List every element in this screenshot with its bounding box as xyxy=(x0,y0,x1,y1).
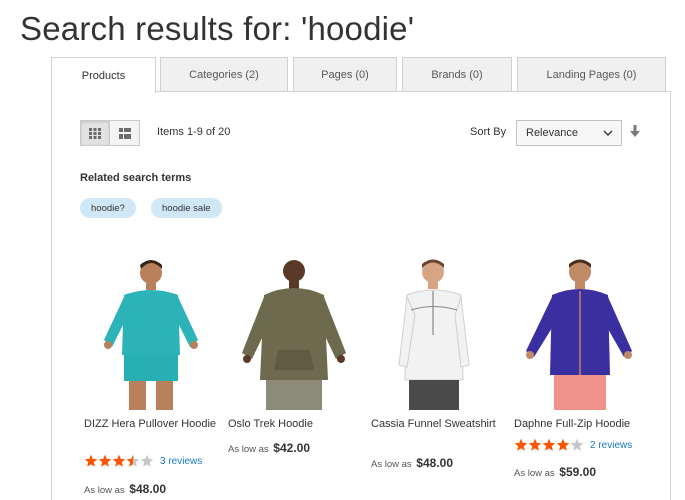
product-price: As low as $59.00 xyxy=(514,465,596,479)
grid-icon xyxy=(89,127,101,139)
star-icon xyxy=(98,454,112,467)
grid-view-button[interactable] xyxy=(80,120,110,146)
related-term-chip[interactable]: hoodie? xyxy=(80,198,136,218)
tab-products[interactable]: Products xyxy=(51,57,156,93)
page-title: Search results for: 'hoodie' xyxy=(20,10,415,47)
view-mode-toggle xyxy=(80,120,140,146)
tab-brands[interactable]: Brands (0) xyxy=(402,57,512,92)
product-image[interactable] xyxy=(84,255,219,410)
star-icon xyxy=(542,438,556,451)
rating-stars xyxy=(514,438,584,452)
price-amount: $59.00 xyxy=(559,465,596,479)
star-icon xyxy=(556,438,570,451)
list-view-button[interactable] xyxy=(110,120,140,146)
price-amount: $42.00 xyxy=(273,441,310,455)
product-rating: 3 reviews xyxy=(84,454,202,468)
product-rating: 2 reviews xyxy=(514,438,632,452)
price-amount: $48.00 xyxy=(416,456,453,470)
product-image[interactable] xyxy=(228,255,363,410)
product-name[interactable]: Daphne Full-Zip Hoodie xyxy=(514,417,649,432)
items-count: Items 1-9 of 20 xyxy=(157,126,231,138)
product-name[interactable]: Cassia Funnel Sweatshirt xyxy=(371,417,506,432)
reviews-link[interactable]: 2 reviews xyxy=(590,440,632,451)
star-icon xyxy=(528,438,542,451)
star-icon xyxy=(84,454,98,467)
arrow-down-icon[interactable] xyxy=(630,125,640,137)
product-name[interactable]: DIZZ Hera Pullover Hoodie xyxy=(84,417,219,432)
chevron-down-icon xyxy=(603,130,613,136)
tab-categories[interactable]: Categories (2) xyxy=(160,57,288,92)
tab-landing-pages[interactable]: Landing Pages (0) xyxy=(517,57,666,92)
product-price: As low as $48.00 xyxy=(371,456,453,470)
star-empty-icon xyxy=(140,454,154,467)
price-prefix: As low as xyxy=(228,444,269,455)
star-half-icon xyxy=(126,454,140,467)
star-icon xyxy=(112,454,126,467)
sort-by-value: Relevance xyxy=(526,127,578,139)
product-name[interactable]: Oslo Trek Hoodie xyxy=(228,417,363,432)
star-icon xyxy=(514,438,528,451)
rating-stars xyxy=(84,454,154,468)
product-price: As low as $42.00 xyxy=(228,441,310,455)
sort-by-label: Sort By xyxy=(470,126,507,138)
related-term-chip[interactable]: hoodie sale xyxy=(151,198,222,218)
price-prefix: As low as xyxy=(84,485,125,496)
star-empty-icon xyxy=(570,438,584,451)
reviews-link[interactable]: 3 reviews xyxy=(160,456,202,467)
related-search-terms-title: Related search terms xyxy=(80,172,192,184)
price-amount: $48.00 xyxy=(129,482,166,496)
product-image[interactable] xyxy=(514,255,649,410)
product-price: As low as $48.00 xyxy=(84,482,166,496)
tab-pages[interactable]: Pages (0) xyxy=(293,57,397,92)
price-prefix: As low as xyxy=(371,459,412,470)
sort-by-select[interactable]: Relevance xyxy=(516,120,622,146)
list-icon xyxy=(118,127,131,139)
price-prefix: As low as xyxy=(514,468,555,479)
product-image[interactable] xyxy=(371,255,506,410)
